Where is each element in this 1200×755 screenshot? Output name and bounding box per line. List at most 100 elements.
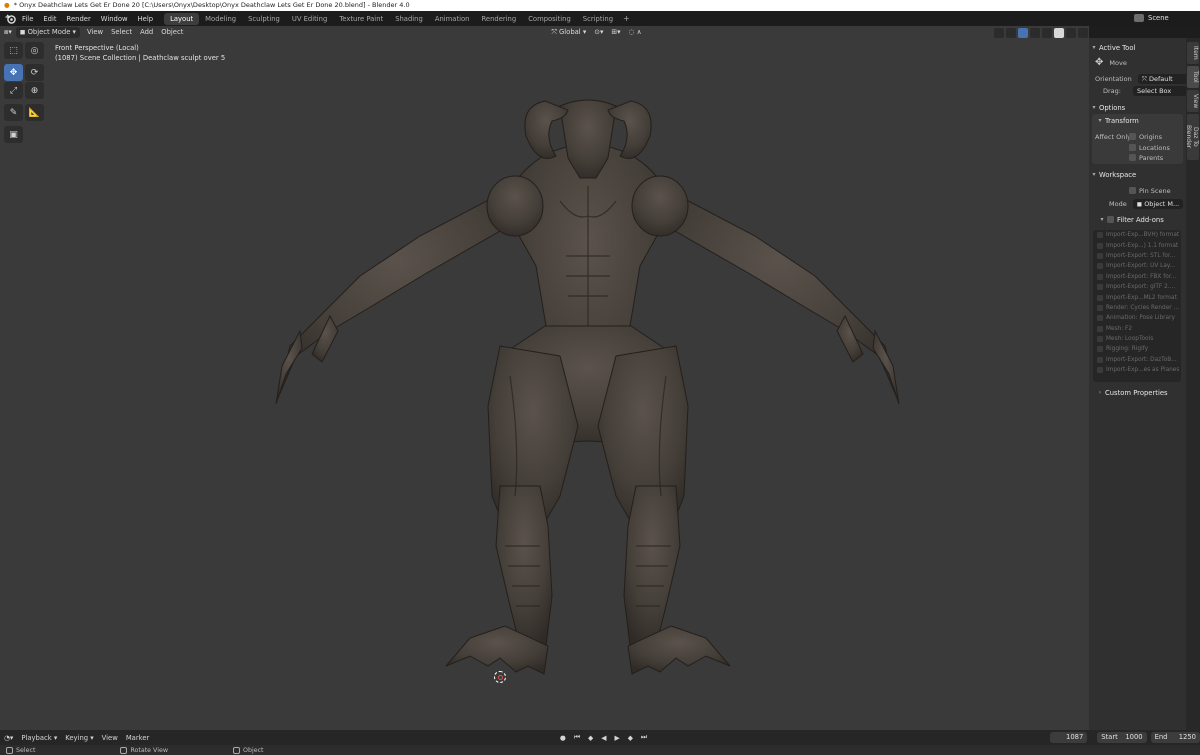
3d-viewport[interactable]: ⧈▾ ◼ Object Mode ▾ View Select Add Objec… — [0, 26, 1089, 730]
tab-modeling[interactable]: Modeling — [199, 13, 242, 25]
viewport-menu-select[interactable]: Select — [107, 27, 136, 38]
sidebar-tab-view[interactable]: View — [1187, 90, 1199, 112]
viewport-menu-add[interactable]: Add — [136, 27, 157, 38]
tab-texture-paint[interactable]: Texture Paint — [333, 13, 389, 25]
addon-checkbox[interactable] — [1097, 356, 1103, 363]
addon-checkbox[interactable] — [1097, 284, 1103, 291]
list-item[interactable]: Animation: Pose Library — [1093, 313, 1181, 323]
prev-keyframe-icon[interactable]: ◆ — [584, 734, 597, 742]
tab-shading[interactable]: Shading — [389, 13, 429, 25]
tab-compositing[interactable]: Compositing — [522, 13, 577, 25]
addon-checkbox[interactable] — [1097, 315, 1103, 322]
filter-addons-row[interactable]: ▾ Filter Add-ons — [1097, 214, 1194, 225]
xray-toggle-icon[interactable] — [1030, 27, 1040, 38]
menu-render[interactable]: Render — [62, 15, 96, 23]
proportional-edit-icon[interactable]: ◌ ∧ — [624, 27, 645, 38]
transform-orientation-dropdown[interactable]: ⤧ Global ▾ — [547, 27, 590, 38]
timeline-menu-marker[interactable]: Marker — [122, 734, 154, 742]
addon-checkbox[interactable] — [1097, 367, 1103, 374]
transform-tool-icon[interactable]: ⊕ — [25, 82, 44, 99]
mode-selector[interactable]: ◼ Object Mode ▾ — [15, 27, 80, 38]
custom-properties-header[interactable]: › Custom Properties — [1095, 387, 1192, 398]
list-item[interactable]: Render: Cycles Render ... — [1093, 303, 1181, 313]
workspace-header[interactable]: ▾ Workspace — [1089, 169, 1186, 180]
menu-edit[interactable]: Edit — [38, 15, 61, 23]
list-item[interactable]: Mesh: F2 — [1093, 324, 1181, 334]
transform-subheader[interactable]: ▾ Transform — [1095, 115, 1192, 126]
tab-uv-editing[interactable]: UV Editing — [286, 13, 333, 25]
locations-checkbox[interactable] — [1129, 144, 1136, 151]
list-item[interactable]: Import-Export: FBX for... — [1093, 272, 1181, 282]
active-tool-move[interactable]: ✥ Move — [1095, 57, 1192, 68]
end-frame-field[interactable]: End 1250 — [1150, 732, 1200, 743]
tab-animation[interactable]: Animation — [429, 13, 476, 25]
rendered-shading-icon[interactable] — [1078, 27, 1088, 38]
solid-shading-icon[interactable] — [1054, 27, 1064, 38]
list-item[interactable]: Import-Export: UV Lay... — [1093, 261, 1181, 271]
options-header[interactable]: ▾ Options — [1089, 102, 1186, 113]
drag-dropdown[interactable]: Select Box — [1132, 85, 1187, 96]
cursor-tool-icon[interactable]: ◎ — [25, 42, 44, 59]
tab-sculpting[interactable]: Sculpting — [242, 13, 286, 25]
rotate-tool-icon[interactable]: ⟳ — [25, 64, 44, 81]
list-item[interactable]: Mesh: LoopTools — [1093, 334, 1181, 344]
tab-layout[interactable]: Layout — [164, 12, 200, 25]
list-item[interactable]: Import-Exp...ML2 format — [1093, 292, 1181, 302]
sidebar-tab-daz-to-blender[interactable]: Daz To Blender — [1185, 114, 1199, 160]
addon-checkbox[interactable] — [1097, 273, 1103, 280]
addon-checkbox[interactable] — [1097, 346, 1103, 353]
viewport-menu-object[interactable]: Object — [157, 27, 187, 38]
list-item[interactable]: Import-Export: glTF 2.... — [1093, 282, 1181, 292]
menu-window[interactable]: Window — [96, 15, 133, 23]
addon-checkbox[interactable] — [1097, 304, 1103, 311]
select-box-tool-icon[interactable]: ⬚ — [4, 42, 23, 59]
parents-checkbox[interactable] — [1129, 154, 1136, 161]
filter-addons-checkbox[interactable] — [1107, 216, 1114, 223]
next-keyframe-icon[interactable]: ◆ — [624, 734, 637, 742]
affect-only-origins[interactable]: Affect Only Origins — [1095, 131, 1192, 142]
move-tool-icon[interactable]: ✥ — [4, 64, 23, 81]
deathclaw-sculpt-model[interactable] — [0, 26, 1089, 730]
material-shading-icon[interactable] — [1066, 27, 1076, 38]
blender-logo-icon[interactable] — [3, 13, 17, 25]
list-item[interactable]: Import-Export: DazToB... — [1093, 355, 1181, 365]
start-frame-field[interactable]: Start 1000 — [1097, 732, 1147, 743]
timeline-menu-keying[interactable]: Keying ▾ — [61, 734, 97, 742]
add-workspace-icon[interactable]: + — [619, 14, 634, 23]
tab-scripting[interactable]: Scripting — [577, 13, 619, 25]
play-icon[interactable]: ▶ — [610, 734, 623, 742]
orientation-dropdown[interactable]: ⤧ Default — [1137, 73, 1188, 84]
measure-tool-icon[interactable]: 📐 — [25, 104, 44, 121]
addon-checkbox[interactable] — [1097, 242, 1103, 249]
list-item[interactable]: Import-Exp...) 1.1 format — [1093, 240, 1181, 250]
active-tool-header[interactable]: ▾ Active Tool — [1089, 42, 1186, 53]
snap-icon[interactable]: ⊞▾ — [607, 27, 624, 38]
overlay-toggle-icon[interactable] — [1018, 27, 1028, 38]
play-reverse-icon[interactable]: ◀ — [597, 734, 610, 742]
tab-rendering[interactable]: Rendering — [475, 13, 522, 25]
timeline-editor-icon[interactable]: ◔▾ — [0, 734, 17, 742]
pivot-point-icon[interactable]: ⊙▾ — [590, 27, 607, 38]
pin-scene-checkbox[interactable] — [1129, 187, 1136, 194]
viewport-menu-view[interactable]: View — [83, 27, 107, 38]
menu-help[interactable]: Help — [133, 15, 159, 23]
addon-checkbox[interactable] — [1097, 294, 1103, 301]
wireframe-shading-icon[interactable] — [1042, 27, 1052, 38]
addon-checkbox[interactable] — [1097, 252, 1103, 259]
current-frame-field[interactable]: 1087 — [1049, 732, 1088, 743]
timeline-menu-playback[interactable]: Playback ▾ — [17, 734, 61, 742]
timeline-menu-view[interactable]: View — [98, 734, 122, 742]
list-item[interactable]: Import-Exp...BVH) format — [1093, 230, 1181, 240]
jump-end-icon[interactable]: ⏭ — [637, 733, 651, 742]
origins-checkbox[interactable] — [1129, 133, 1136, 140]
workspace-mode-dropdown[interactable]: ◼ Object M... — [1132, 198, 1183, 209]
3d-cursor-icon[interactable] — [494, 671, 506, 683]
record-icon[interactable]: ● — [556, 734, 570, 742]
add-cube-tool-icon[interactable]: ▣ — [4, 126, 23, 143]
visibility-icon[interactable] — [994, 27, 1004, 38]
list-item[interactable]: Rigging: Rigify — [1093, 344, 1181, 354]
addon-checkbox[interactable] — [1097, 336, 1103, 343]
addon-checkbox[interactable] — [1097, 325, 1103, 332]
editor-type-icon[interactable]: ⧈▾ — [0, 27, 16, 38]
menu-file[interactable]: File — [17, 15, 38, 23]
